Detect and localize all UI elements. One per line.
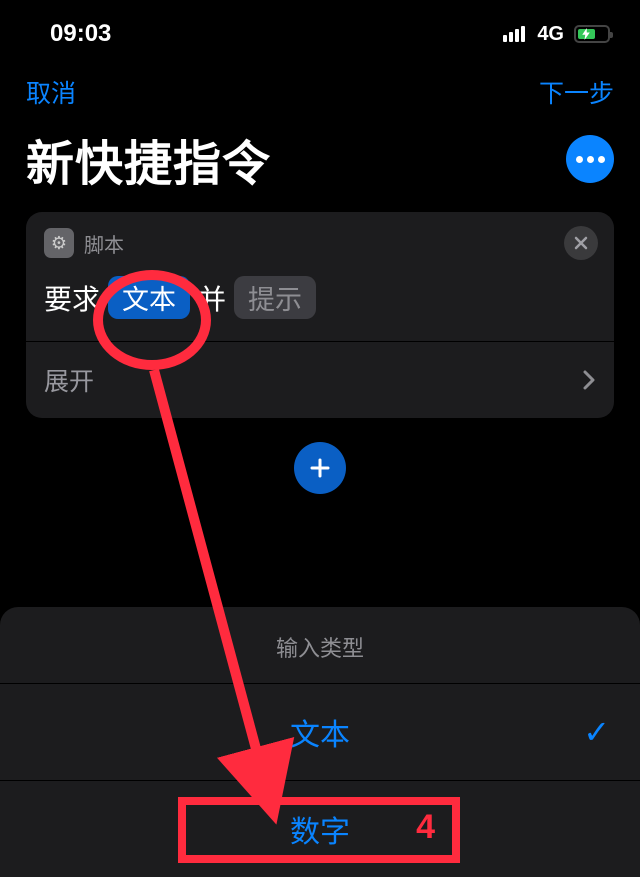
action-card: ⚙ 脚本 要求 文本 并 提示 展开	[26, 212, 614, 418]
page-title: 新快捷指令	[26, 124, 271, 194]
action-prefix: 要求	[44, 278, 100, 318]
nav-bar: 取消 下一步	[0, 60, 640, 120]
cellular-signal-icon	[503, 26, 525, 42]
status-indicators: 4G	[503, 23, 610, 46]
action-middle: 并	[198, 278, 226, 318]
cancel-button[interactable]: 取消	[26, 74, 76, 110]
input-type-token[interactable]: 文本	[108, 276, 190, 319]
chevron-right-icon	[582, 369, 596, 391]
action-body: 要求 文本 并 提示	[26, 264, 614, 341]
prompt-token[interactable]: 提示	[234, 276, 316, 319]
picker-title: 输入类型	[0, 627, 640, 683]
picker-option-label: 数字	[290, 807, 350, 851]
network-label: 4G	[537, 23, 564, 46]
expand-row[interactable]: 展开	[26, 341, 614, 418]
action-category-label: 脚本	[84, 229, 124, 258]
input-type-picker: 输入类型 文本 ✓ 数字	[0, 607, 640, 877]
add-action-row	[0, 442, 640, 494]
plus-icon	[308, 456, 332, 480]
next-button[interactable]: 下一步	[539, 74, 614, 110]
picker-option-text[interactable]: 文本 ✓	[0, 683, 640, 780]
more-options-button[interactable]	[566, 135, 614, 183]
battery-icon	[574, 25, 610, 43]
action-card-header: ⚙ 脚本	[26, 212, 614, 264]
script-app-icon: ⚙	[44, 228, 74, 258]
remove-action-button[interactable]	[564, 226, 598, 260]
add-action-button[interactable]	[294, 442, 346, 494]
status-time: 09:03	[50, 20, 111, 48]
title-row: 新快捷指令	[0, 120, 640, 212]
expand-label: 展开	[44, 362, 94, 398]
close-icon	[574, 236, 588, 250]
checkmark-icon: ✓	[583, 713, 610, 751]
status-bar: 09:03 4G	[0, 0, 640, 60]
picker-option-number[interactable]: 数字	[0, 780, 640, 877]
picker-option-label: 文本	[290, 710, 350, 754]
ellipsis-icon	[576, 156, 605, 163]
